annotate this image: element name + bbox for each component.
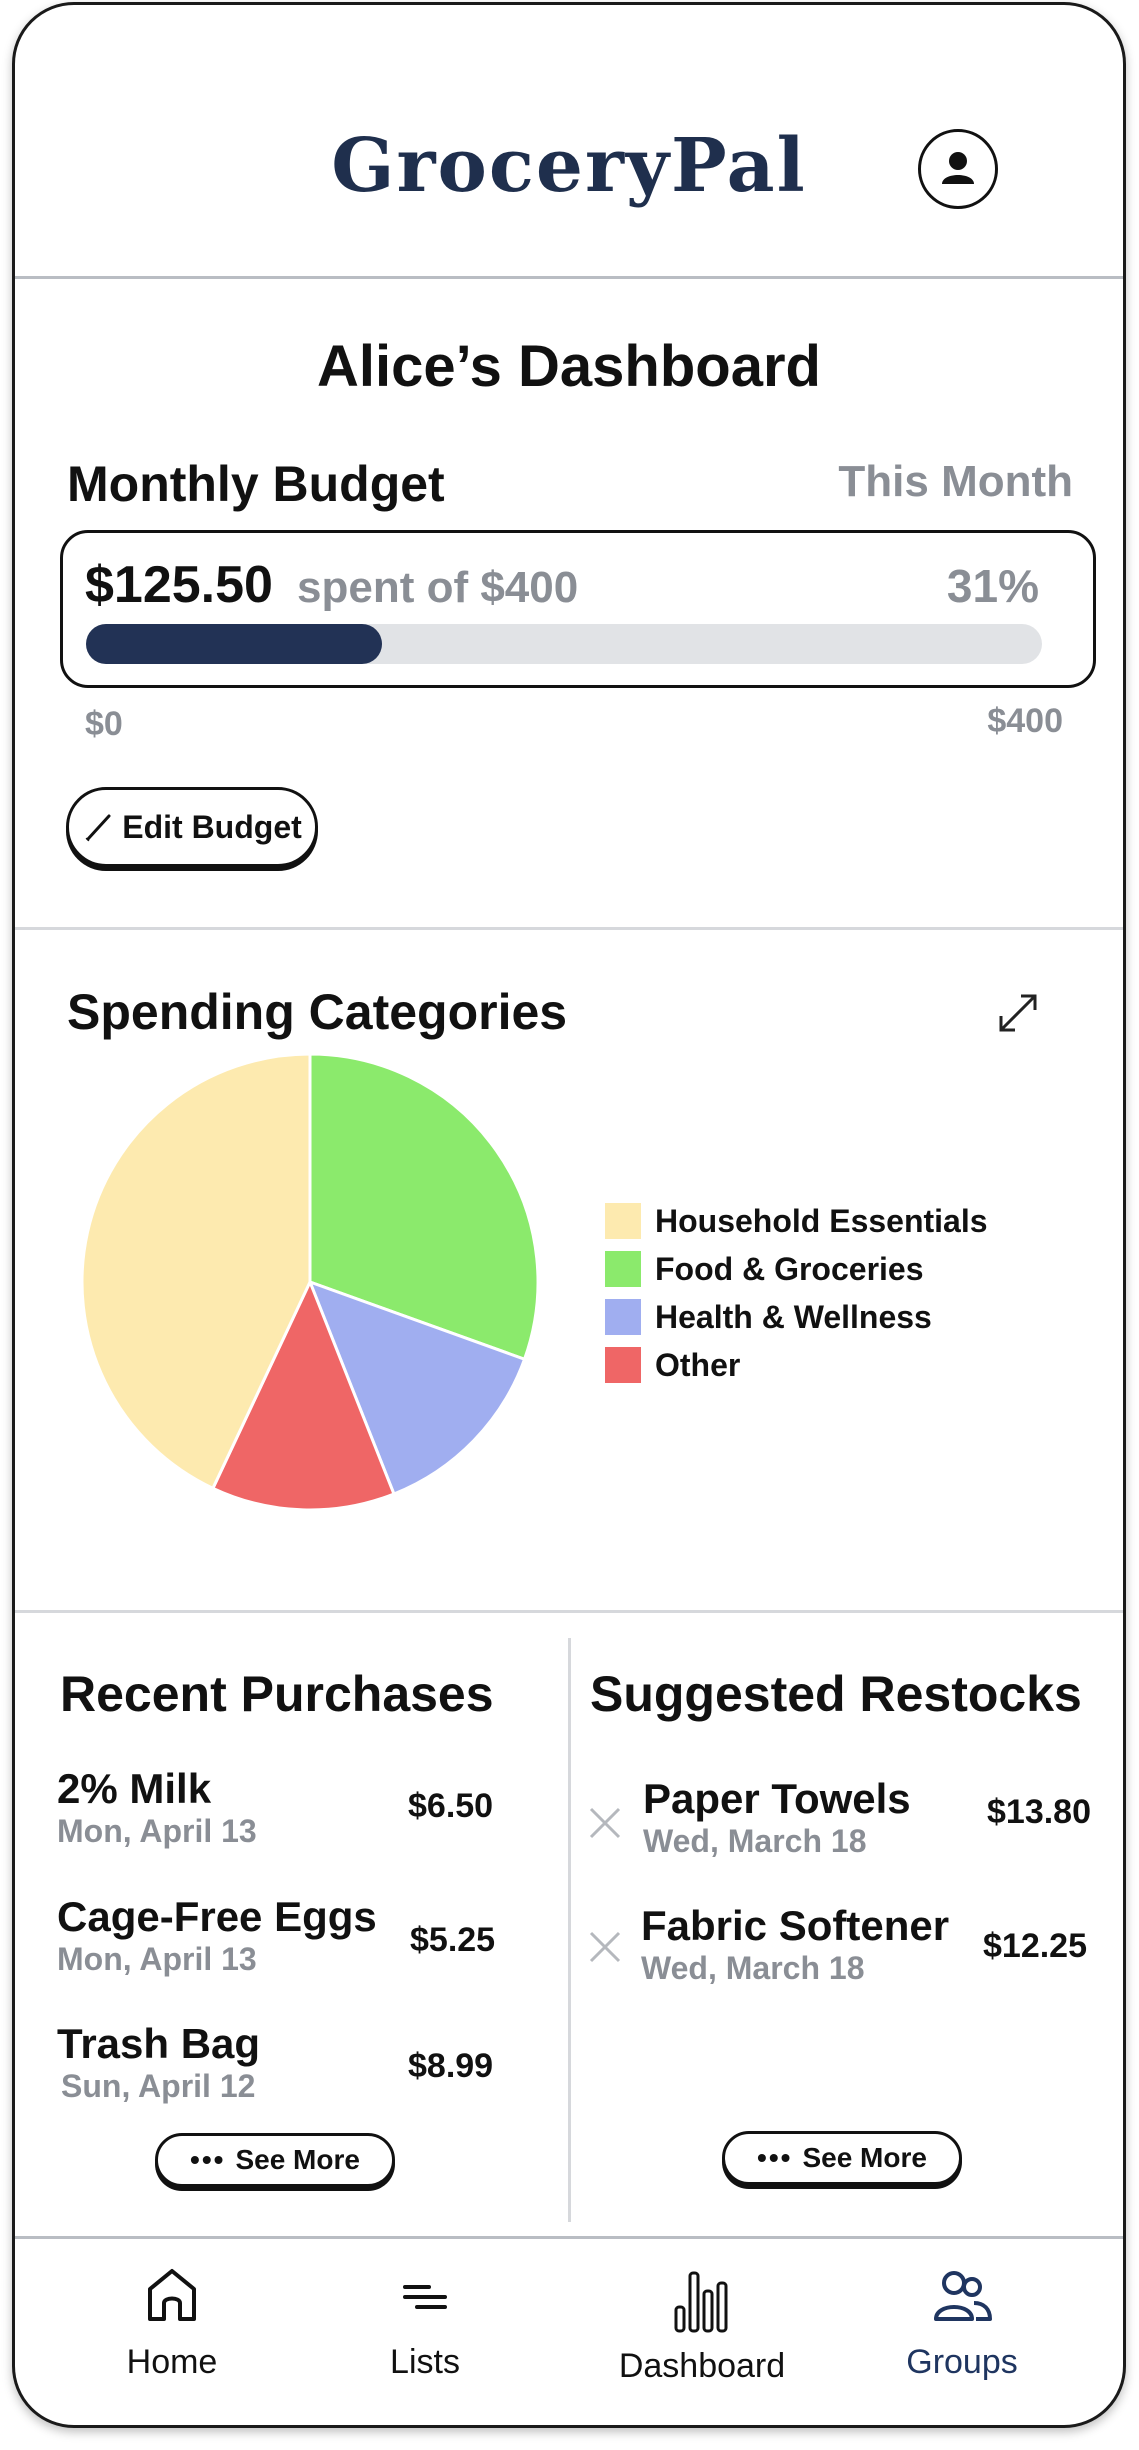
user-icon: [942, 152, 974, 184]
edit-budget-button[interactable]: Edit Budget: [66, 787, 318, 867]
more-dots-icon: •••: [757, 2142, 793, 2173]
restocks-see-more-button[interactable]: ••• See More: [722, 2131, 962, 2185]
recent-title: Recent Purchases: [60, 1666, 494, 1722]
budget-progress-track: [86, 624, 1042, 664]
legend-item: Food & Groceries: [605, 1245, 988, 1293]
page-title: Alice’s Dashboard: [317, 334, 821, 399]
nav-dashboard[interactable]: Dashboard: [592, 2263, 812, 2393]
budget-spent: $125.50: [85, 556, 273, 614]
see-more-label: See More: [235, 2144, 360, 2175]
lists-icon: [403, 2285, 447, 2309]
header-divider: [15, 276, 1123, 279]
spending-divider: [15, 1610, 1123, 1613]
legend-label: Health & Wellness: [655, 1298, 932, 1335]
item-name: 2% Milk: [57, 1765, 212, 1812]
nav-divider: [15, 2236, 1123, 2239]
item-date: Mon, April 13: [57, 1941, 257, 1977]
budget-divider: [15, 927, 1123, 930]
item-name: Cage-Free Eggs: [57, 1893, 377, 1940]
legend-swatch: [605, 1347, 641, 1383]
item-date: Wed, March 18: [641, 1950, 865, 1986]
legend-item: Health & Wellness: [605, 1293, 988, 1341]
list-item[interactable]: 2% Milk Mon, April 13: [57, 1765, 257, 1850]
dismiss-icon[interactable]: [587, 1805, 623, 1841]
legend-item: Household Essentials: [605, 1197, 988, 1245]
budget-max-label: $400: [987, 702, 1063, 740]
legend-label: Food & Groceries: [655, 1250, 924, 1287]
bar-chart-icon: [674, 2271, 728, 2333]
legend-swatch: [605, 1251, 641, 1287]
expand-icon[interactable]: [995, 990, 1041, 1036]
budget-min-label: $0: [85, 705, 123, 743]
item-price: $12.25: [983, 1927, 1087, 1965]
edit-budget-label: Edit Budget: [122, 808, 302, 845]
list-item[interactable]: Cage-Free Eggs Mon, April 13: [57, 1893, 377, 1978]
see-more-label: See More: [802, 2142, 927, 2173]
pie-legend: Household Essentials Food & Groceries Heal…: [605, 1197, 988, 1389]
nav-home[interactable]: Home: [72, 2263, 272, 2393]
item-name: Trash Bag: [57, 2020, 261, 2067]
more-dots-icon: •••: [190, 2144, 226, 2175]
column-divider: [568, 1638, 571, 2222]
nav-lists[interactable]: Lists: [325, 2263, 525, 2393]
item-price: $5.25: [410, 1921, 496, 1959]
item-price: $8.99: [408, 2047, 494, 2085]
legend-swatch: [605, 1299, 641, 1335]
nav-groups-label: Groups: [906, 2343, 1018, 2381]
spending-pie-chart: [80, 1052, 540, 1512]
groups-icon: [934, 2271, 992, 2321]
spending-title: Spending Categories: [67, 984, 568, 1040]
home-icon: [148, 2269, 196, 2321]
pencil-icon: [85, 814, 111, 842]
budget-period-selector[interactable]: This Month: [838, 457, 1073, 507]
budget-spent-of: spent of $400: [297, 563, 579, 612]
item-price: $6.50: [408, 1787, 494, 1825]
legend-item: Other: [605, 1341, 988, 1389]
budget-progress-fill: [86, 624, 383, 664]
item-date: Wed, March 18: [643, 1823, 867, 1859]
recent-see-more-button[interactable]: ••• See More: [155, 2133, 395, 2187]
item-name: Paper Towels: [643, 1775, 911, 1822]
nav-groups[interactable]: Groups: [862, 2263, 1062, 2393]
legend-swatch: [605, 1203, 641, 1239]
item-date: Mon, April 13: [57, 1813, 257, 1849]
nav-home-label: Home: [126, 2343, 218, 2381]
dismiss-icon[interactable]: [587, 1929, 623, 1965]
item-price: $13.80: [987, 1793, 1091, 1831]
restocks-title: Suggested Restocks: [590, 1666, 1082, 1722]
phone-frame: GroceryPal Alice’s Dashboard Monthly Bud…: [12, 2, 1126, 2428]
list-item[interactable]: Paper Towels Wed, March 18: [643, 1775, 911, 1860]
legend-label: Household Essentials: [655, 1202, 988, 1239]
nav-lists-label: Lists: [390, 2343, 460, 2381]
legend-label: Other: [655, 1346, 741, 1383]
budget-percent: 31%: [946, 560, 1039, 612]
list-item[interactable]: Fabric Softener Wed, March 18: [641, 1902, 949, 1987]
nav-dashboard-label: Dashboard: [618, 2347, 786, 2385]
list-item[interactable]: Trash Bag Sun, April 12: [57, 2020, 260, 2105]
item-name: Fabric Softener: [641, 1902, 950, 1949]
budget-title: Monthly Budget: [67, 456, 445, 512]
item-date: Sun, April 12: [61, 2068, 256, 2104]
profile-button[interactable]: [918, 129, 998, 209]
